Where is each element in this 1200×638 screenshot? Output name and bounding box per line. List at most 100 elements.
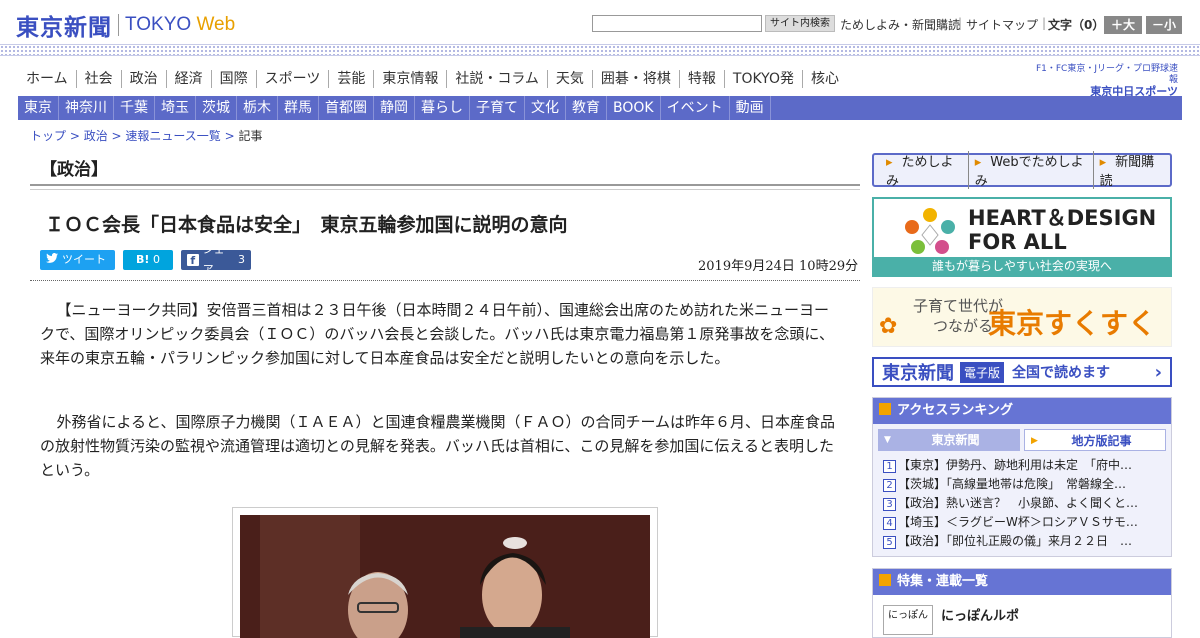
breadcrumb-top[interactable]: トップ — [30, 129, 66, 143]
article-headline: ＩＯＣ会長「日本食品は安全」 東京五輪参加国に説明の意向 — [45, 214, 568, 236]
separator: | — [958, 16, 963, 30]
link-trial-subscribe[interactable]: ためしよみ・新聞購読 — [840, 16, 960, 33]
article-rule — [30, 280, 860, 281]
tweet-button[interactable]: ツイート — [40, 250, 115, 270]
local-nav-item[interactable]: 静岡 — [374, 96, 415, 120]
tab-local-articles[interactable]: ▶ 地方版記事 — [1024, 429, 1166, 451]
article-paragraph: 外務省によると、国際原子力機関（ＩＡＥＡ）と国連食糧農業機関（ＦＡＯ）の合同チー… — [40, 413, 836, 479]
rank-number: 5 — [883, 536, 896, 549]
heart-design-title: HEART＆DESIGN FOR ALL — [968, 206, 1157, 254]
flower-icon: ✿ — [879, 314, 898, 339]
chunichi-tagline: F1・FC東京・Jリーグ・プロ野球速報 — [1035, 64, 1178, 85]
arrow-icon — [879, 403, 891, 415]
ranking-item-title: 【東京】伊勢丹、跡地利用は未定 「府中… — [898, 458, 1133, 472]
article-photo-image — [240, 515, 650, 638]
features-header: 特集・連載一覧 — [873, 569, 1171, 595]
main-nav-item[interactable]: 芸能 — [328, 70, 373, 88]
rank-number: 3 — [883, 498, 896, 511]
search-button[interactable]: サイト内検索 — [765, 15, 835, 32]
ranking-item-title: 【埼玉】＜ラグビーW杯＞ロシアＶＳサモ… — [898, 515, 1138, 529]
article-date: 2019年9月24日 10時29分 — [698, 259, 859, 274]
caret-right-icon: ▶ — [1031, 436, 1038, 446]
link-subscribe[interactable]: ▸ 新聞購読 — [1094, 151, 1170, 189]
main-nav-item[interactable]: 天気 — [546, 70, 592, 88]
local-nav-item[interactable]: 茨城 — [196, 96, 237, 120]
main-nav-item[interactable]: 東京情報 — [373, 70, 446, 88]
breadcrumb: トップ > 政治 > 速報ニュース一覧 > 記事 — [30, 129, 263, 143]
chunichi-sports-banner[interactable]: F1・FC東京・Jリーグ・プロ野球速報 東京中日スポーツ — [1028, 64, 1178, 97]
facebook-icon: f — [187, 254, 199, 267]
hatena-bookmark-button[interactable]: B! 0 — [123, 250, 173, 270]
feature-thumbnail[interactable]: にっぽん — [883, 605, 933, 635]
local-nav-item[interactable]: 埼玉 — [155, 96, 196, 120]
section-rule — [30, 184, 860, 190]
article-photo[interactable] — [232, 507, 658, 638]
local-nav-item[interactable]: BOOK — [607, 96, 661, 120]
hatena-bookmark-icon: B! — [136, 253, 150, 266]
local-nav-item[interactable]: 文化 — [525, 96, 566, 120]
local-nav-item[interactable]: 暮らし — [415, 96, 470, 120]
ranking-item-title: 【政治】熱い迷言？ 小泉節、よく聞くと… — [898, 496, 1139, 510]
sukusuku-brand: 東京すくすく — [988, 307, 1157, 340]
main-nav-item[interactable]: 国際 — [210, 70, 256, 88]
site-logo[interactable]: 東京新聞 TOKYO Web — [16, 8, 235, 42]
digital-edition-badge: 電子版 — [960, 361, 1005, 383]
hatena-count: 0 — [152, 253, 160, 266]
local-nav-item[interactable]: イベント — [661, 96, 730, 120]
facebook-share-button[interactable]: f シェア 3 — [181, 243, 251, 276]
local-nav-item[interactable]: 東京 — [18, 96, 59, 120]
local-nav-item[interactable]: 千葉 — [114, 96, 155, 120]
ranking-item[interactable]: 5 【政治】「即位礼正殿の儀」来月２２日 … — [873, 532, 1163, 551]
feature-title[interactable]: にっぽんルポ — [941, 605, 1019, 624]
breadcrumb-news-list[interactable]: 速報ニュース一覧 — [125, 129, 220, 143]
main-nav-item[interactable]: 特報 — [678, 70, 724, 88]
local-nav-item[interactable]: 神奈川 — [59, 96, 114, 120]
features-box: 特集・連載一覧 にっぽん にっぽんルポ — [872, 568, 1172, 638]
local-nav-item[interactable]: 首都圏 — [319, 96, 374, 120]
site-search: サイト内検索 — [592, 15, 835, 32]
rank-number: 1 — [883, 460, 896, 473]
font-size-up-button[interactable]: ＋大 — [1104, 16, 1142, 34]
main-nav-item[interactable]: ホーム — [18, 70, 76, 88]
logo-en: TOKYO Web — [125, 14, 236, 35]
local-nav-item[interactable]: 教育 — [566, 96, 607, 120]
main-nav-item[interactable]: 核心 — [801, 70, 847, 88]
tab-tokyo-shimbun[interactable]: ▼ 東京新聞 — [878, 429, 1020, 451]
subscription-links: ▸ ためしよみ ▸ Webでためしよみ ▸ 新聞購読 — [872, 151, 1172, 189]
breadcrumb-current: 記事 — [238, 129, 263, 143]
logo-jp: 東京新聞 — [16, 14, 112, 41]
main-nav-item[interactable]: 社説・コラム — [446, 70, 547, 88]
digital-edition-text: 全国で読めます — [1012, 365, 1111, 381]
link-web-trial-read[interactable]: ▸ Webでためしよみ — [969, 151, 1094, 189]
ranking-item-title: 【政治】「即位礼正殿の儀」来月２２日 … — [898, 534, 1133, 548]
link-sitemap[interactable]: サイトマップ — [966, 16, 1038, 33]
main-nav-item[interactable]: スポーツ — [255, 70, 329, 88]
local-nav-item[interactable]: 動画 — [730, 96, 771, 120]
local-nav-item[interactable]: 子育て — [470, 96, 525, 120]
heart-design-banner[interactable]: HEART＆DESIGN FOR ALL 誰もが暮らしやすい社会の実現へ — [872, 197, 1172, 277]
tweet-label: ツイート — [62, 253, 106, 266]
link-trial-read[interactable]: ▸ ためしよみ — [880, 151, 969, 189]
ranking-item[interactable]: 2 【茨城】「高線量地帯は危険」 常磐線全… — [873, 475, 1163, 494]
tokyo-sukusuku-banner[interactable]: ✿ 子育て世代が つながる 東京すくすく — [872, 287, 1172, 347]
ranking-item[interactable]: 3 【政治】熱い迷言？ 小泉節、よく聞くと… — [873, 494, 1163, 513]
main-nav-item[interactable]: TOKYO発 — [723, 70, 802, 88]
digital-edition-banner[interactable]: 東京新聞 電子版 全国で読めます › — [872, 357, 1172, 387]
font-size-down-button[interactable]: －小 — [1146, 16, 1182, 34]
breadcrumb-politics[interactable]: 政治 — [84, 129, 108, 143]
ranking-item[interactable]: 4 【埼玉】＜ラグビーW杯＞ロシアＶＳサモ… — [873, 513, 1163, 532]
digital-edition-logo: 東京新聞 — [882, 363, 954, 384]
main-nav-item[interactable]: 経済 — [165, 70, 211, 88]
main-nav-item[interactable]: 社会 — [75, 70, 121, 88]
main-nav-item[interactable]: 囲碁・将棋 — [591, 70, 679, 88]
search-input[interactable] — [592, 15, 762, 32]
local-nav-item[interactable]: 栃木 — [237, 96, 278, 120]
local-nav-item[interactable]: 群馬 — [278, 96, 319, 120]
ranking-item[interactable]: 1 【東京】伊勢丹、跡地利用は未定 「府中… — [873, 456, 1163, 475]
arrow-icon — [879, 574, 891, 586]
main-nav-item[interactable]: 政治 — [120, 70, 166, 88]
logo-separator — [118, 14, 119, 36]
site-header: 東京新聞 TOKYO Web サイト内検索 ためしよみ・新聞購読 | サイトマッ… — [0, 0, 1200, 46]
chevron-right-icon: › — [1154, 361, 1162, 383]
rank-number: 4 — [883, 517, 896, 530]
